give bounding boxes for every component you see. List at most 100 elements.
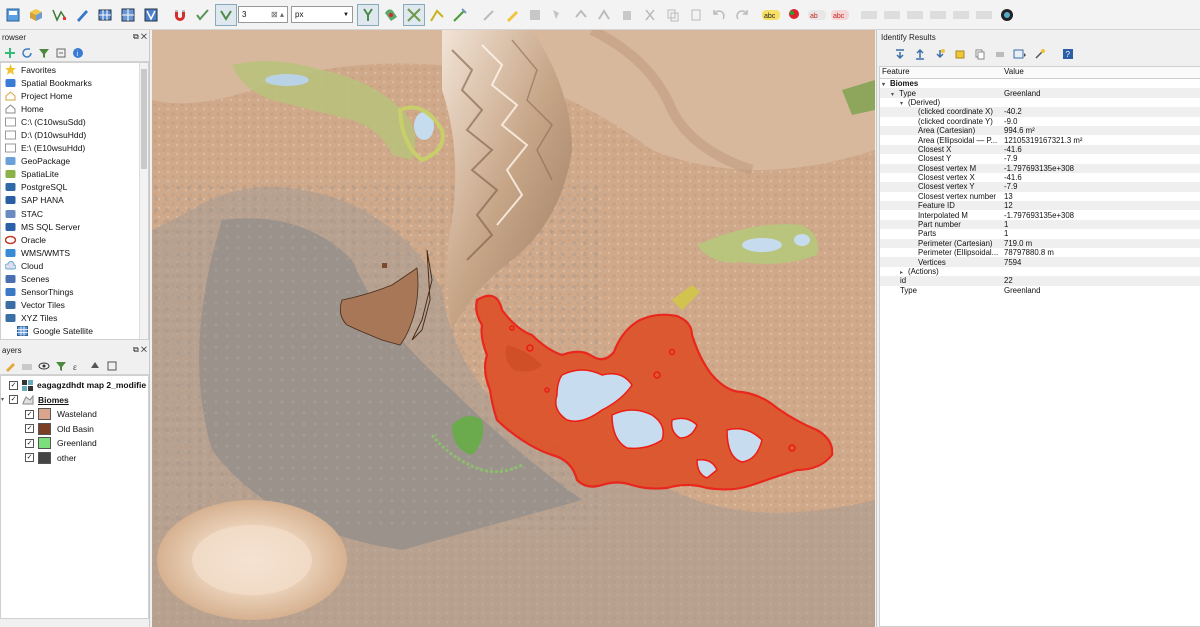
browser-item[interactable]: MS SQL Server: [1, 220, 148, 233]
new-project-icon[interactable]: [2, 4, 24, 26]
browser-item[interactable]: Scenes: [1, 273, 148, 286]
tree-arrow-icon[interactable]: ▾: [882, 81, 890, 88]
legend-item[interactable]: ✓ Greenland: [1, 436, 148, 451]
collapse-all-icon[interactable]: [104, 359, 120, 373]
open-data-source-icon[interactable]: [25, 4, 47, 26]
move-feature-icon[interactable]: [570, 4, 592, 26]
node-tool-icon[interactable]: [593, 4, 615, 26]
add-feature-icon[interactable]: [547, 4, 569, 26]
copy-icon[interactable]: [662, 4, 684, 26]
layer-group-biomes[interactable]: ▾ ✓ Biomes: [1, 393, 148, 408]
browser-item[interactable]: STAC: [1, 207, 148, 220]
identify-row[interactable]: Part number 1: [880, 219, 1200, 230]
eye-icon[interactable]: [36, 359, 52, 373]
identify-row[interactable]: Feature ID 12: [880, 201, 1200, 211]
identify-row[interactable]: Closest X -41.6: [880, 144, 1200, 155]
tree-arrow-icon[interactable]: ▸: [900, 269, 908, 276]
label-pin-icon[interactable]: [783, 4, 805, 26]
identify-row[interactable]: Perimeter (Ellipsoidal... 78797880.8 m: [880, 248, 1200, 257]
browser-item[interactable]: Project Home: [1, 89, 148, 102]
browser-item[interactable]: PostgreSQL: [1, 181, 148, 194]
edit-pencil-icon[interactable]: [478, 4, 500, 26]
layout-manager-icon[interactable]: [117, 4, 139, 26]
feature-column-header[interactable]: Feature: [880, 67, 1002, 78]
layers-panel-controls[interactable]: ⧉ ✕: [133, 345, 147, 355]
toggle-editing-icon[interactable]: [501, 4, 523, 26]
diagram3-icon[interactable]: [904, 4, 926, 26]
browser-item[interactable]: Spatial Bookmarks: [1, 76, 148, 89]
identify-row[interactable]: Closest Y -7.9: [880, 154, 1200, 163]
identify-row[interactable]: Type Greenland: [880, 286, 1200, 295]
snapping-settings-icon[interactable]: [357, 3, 379, 26]
browser-item[interactable]: XYZ Tiles: [1, 312, 148, 325]
refresh-icon[interactable]: [19, 46, 35, 60]
browser-item[interactable]: SensorThings: [1, 286, 148, 299]
legend-checkbox[interactable]: ✓: [25, 453, 34, 463]
legend-checkbox[interactable]: ✓: [25, 438, 34, 448]
identify-row[interactable]: id 22: [880, 276, 1200, 286]
browser-item[interactable]: D:\ (D10wsuHdd): [1, 128, 148, 141]
add-group-icon[interactable]: [19, 359, 35, 373]
browser-item[interactable]: Favorites: [1, 63, 148, 76]
add-icon[interactable]: [2, 46, 18, 60]
diagram5-icon[interactable]: [950, 4, 972, 26]
snapping-mode-icon[interactable]: [192, 4, 214, 26]
group-visibility-checkbox[interactable]: ✓: [9, 395, 18, 405]
identify-row[interactable]: ▾ Type Greenland: [880, 88, 1200, 98]
expand-new-icon[interactable]: [931, 46, 949, 62]
diagram4-icon[interactable]: [927, 4, 949, 26]
layer-raster[interactable]: ✓ eagagzdhdt map 2_modifie: [1, 378, 148, 393]
filter-legend-icon[interactable]: [53, 359, 69, 373]
vertex-tool-icon[interactable]: [48, 4, 70, 26]
browser-item[interactable]: WMS/WMTS: [1, 246, 148, 259]
identify-row[interactable]: Closest vertex Y -7.9: [880, 182, 1200, 192]
identify-row[interactable]: Interpolated M -1.797693135e+308: [880, 210, 1200, 220]
digitize-icon[interactable]: [71, 4, 93, 26]
plugin-icon[interactable]: [996, 4, 1018, 26]
browser-item[interactable]: E:\ (E10wsuHdd): [1, 142, 148, 155]
filter-icon[interactable]: [36, 46, 52, 60]
style-icon[interactable]: [2, 359, 18, 373]
atlas-icon[interactable]: [140, 4, 162, 26]
grid-icon[interactable]: [94, 4, 116, 26]
diagram-icon[interactable]: [858, 4, 880, 26]
magnet-snapping-icon[interactable]: [169, 4, 191, 26]
identify-row[interactable]: Area (Ellipsoidal — P... 12105319167321.3…: [880, 135, 1200, 145]
browser-item[interactable]: GeoPackage: [1, 155, 148, 168]
expand-icon[interactable]: [87, 359, 103, 373]
select-mode-icon[interactable]: [1011, 46, 1029, 62]
identify-row[interactable]: Closest vertex M -1.797693135e+308: [880, 163, 1200, 173]
print-icon[interactable]: [991, 46, 1009, 62]
browser-item[interactable]: Google Satellite: [1, 325, 148, 338]
identify-row[interactable]: Parts 1: [880, 229, 1200, 238]
tree-arrow-icon[interactable]: ▾: [891, 91, 899, 98]
expand-tree-icon[interactable]: [891, 46, 909, 62]
legend-item[interactable]: ✓ other: [1, 451, 148, 466]
identify-row[interactable]: Vertices 7594: [880, 257, 1200, 267]
identify-row[interactable]: ▾ (Derived): [880, 98, 1200, 107]
pencil-icon[interactable]: [449, 4, 471, 26]
identify-row[interactable]: Area (Cartesian) 994.6 m²: [880, 125, 1200, 136]
intersection-icon[interactable]: [403, 3, 425, 26]
map-canvas[interactable]: [152, 30, 875, 627]
scrollbar-thumb[interactable]: [141, 69, 147, 169]
vertex-snapping-icon[interactable]: [215, 3, 237, 26]
help-icon[interactable]: ?: [1059, 46, 1077, 62]
browser-item[interactable]: SpatiaLite: [1, 168, 148, 181]
tree-arrow-icon[interactable]: ▾: [900, 100, 908, 107]
identify-row[interactable]: Closest vertex X -41.6: [880, 173, 1200, 182]
legend-item[interactable]: ✓ Old Basin: [1, 422, 148, 437]
browser-item[interactable]: C:\ (C10wsuSdd): [1, 115, 148, 128]
browser-item[interactable]: Home: [1, 102, 148, 115]
delete-icon[interactable]: [616, 4, 638, 26]
topology-icon[interactable]: [380, 4, 402, 26]
identify-row[interactable]: ▾ Biomes: [880, 79, 1200, 88]
snap-tolerance-input[interactable]: 3 ⊠ ▴: [238, 6, 288, 23]
redo-icon[interactable]: [731, 4, 753, 26]
legend-item[interactable]: ✓ Wasteland: [1, 407, 148, 422]
browser-scrollbar[interactable]: [139, 63, 148, 339]
value-column-header[interactable]: Value: [1002, 67, 1024, 78]
identify-row[interactable]: ▸ (Actions): [880, 267, 1200, 276]
legend-checkbox[interactable]: ✓: [25, 409, 34, 419]
info-icon[interactable]: i: [70, 46, 86, 60]
